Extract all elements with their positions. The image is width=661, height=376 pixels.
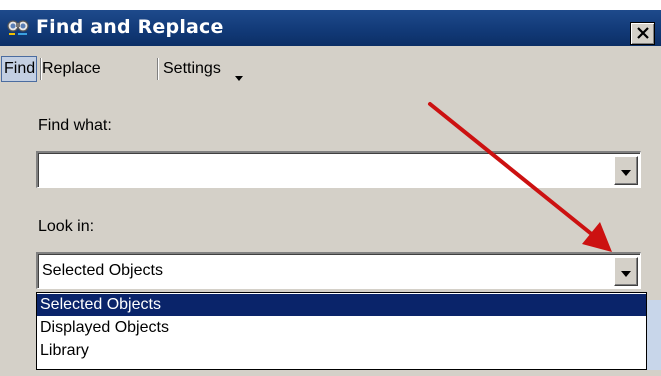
- window-title: Find and Replace: [36, 16, 224, 38]
- look-in-dropdown-button[interactable]: [614, 257, 638, 286]
- tab-divider: [157, 58, 158, 80]
- tab-settings[interactable]: Settings: [163, 56, 221, 82]
- look-in-combobox[interactable]: Selected Objects: [36, 252, 641, 289]
- close-icon: [636, 24, 649, 43]
- binoculars-icon: [6, 17, 32, 39]
- find-what-dropdown-button[interactable]: [614, 156, 638, 185]
- close-button[interactable]: [630, 22, 655, 45]
- tab-bar: Find Replace Settings: [0, 46, 661, 92]
- screen-background: [0, 0, 661, 10]
- find-replace-dialog: Find and Replace Find Replace Settings F…: [0, 0, 661, 376]
- tab-find[interactable]: Find: [1, 56, 37, 82]
- look-in-label: Look in:: [38, 218, 95, 235]
- tab-divider: [40, 58, 41, 80]
- tab-replace[interactable]: Replace: [42, 56, 101, 82]
- title-bar[interactable]: Find and Replace: [0, 10, 661, 46]
- option-library[interactable]: Library: [37, 340, 646, 362]
- option-displayed-objects[interactable]: Displayed Objects: [37, 317, 646, 339]
- find-what-label: Find what:: [38, 117, 112, 134]
- chevron-down-icon: [621, 262, 631, 281]
- chevron-down-icon[interactable]: [234, 67, 244, 81]
- look-in-value[interactable]: Selected Objects: [42, 262, 163, 280]
- option-selected-objects[interactable]: Selected Objects: [37, 294, 646, 316]
- look-in-options-list: Selected Objects Displayed Objects Libra…: [36, 292, 647, 370]
- find-what-combobox[interactable]: [36, 151, 641, 188]
- partially-hidden-button[interactable]: [646, 300, 661, 370]
- chevron-down-icon: [621, 161, 631, 180]
